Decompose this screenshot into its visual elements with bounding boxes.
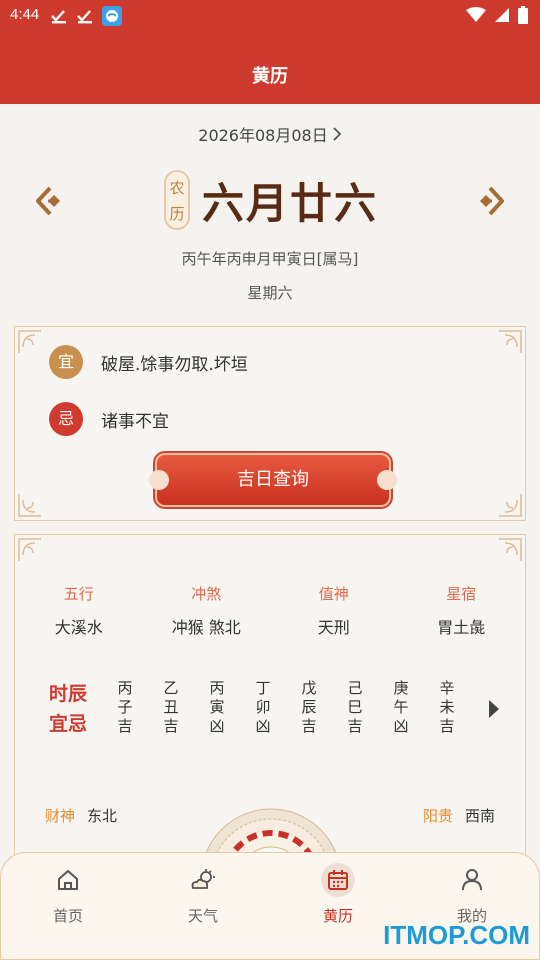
- solar-date-selector[interactable]: 2026年08月08日: [0, 122, 540, 146]
- yiji-card: 宜 破屋.馀事勿取.坏垣 忌 诸事不宜 吉日查询: [14, 326, 526, 521]
- status-system-icons: [466, 6, 528, 24]
- lunar-badge: 农 历: [164, 170, 190, 230]
- button-ornament-icon: [377, 470, 397, 490]
- home-icon: [58, 870, 78, 890]
- yi-row: 宜 破屋.馀事勿取.坏垣: [49, 345, 248, 379]
- status-time: 4:44: [10, 6, 40, 23]
- details-card: 五行 大溪水 冲煞 冲猴 煞北 值神 天刑 星宿 胃土彘 时辰 宜忌 丙子吉 乙…: [14, 534, 526, 869]
- yanggui-label: 阳贵: [422, 807, 453, 825]
- battery-icon: [518, 6, 528, 24]
- download-done-icon: [51, 10, 66, 24]
- corner-ornament-icon: [499, 538, 522, 561]
- wifi-icon: [466, 7, 486, 22]
- tab-label: 黄历: [322, 907, 353, 925]
- download-done-icon: [77, 10, 92, 24]
- ganzhi-text: 丙午年丙申月甲寅日[属马]: [181, 250, 359, 268]
- chevron-right-icon: [333, 127, 341, 141]
- weekday-text: 星期六: [247, 284, 293, 302]
- tab-profile[interactable]: 我的: [432, 863, 512, 926]
- info-value: 天刑: [317, 618, 350, 637]
- shichen-item: 丁卯凶: [255, 679, 271, 735]
- app-header: 黄历: [0, 30, 540, 104]
- watermark: ITMOP.COM: [383, 920, 530, 950]
- status-bar: 4:44: [0, 0, 540, 30]
- caishen-row: 财神 东北: [45, 805, 117, 826]
- ji-row: 忌 诸事不宜: [49, 402, 169, 436]
- info-chongsha: 冲煞 冲猴 煞北: [143, 583, 271, 638]
- yanggui-value: 西南: [464, 807, 495, 825]
- tab-label: 首页: [52, 907, 83, 925]
- tab-almanac[interactable]: 黄历: [298, 863, 378, 926]
- corner-ornament-icon: [499, 330, 522, 353]
- ji-text: 诸事不宜: [101, 411, 169, 432]
- ji-icon: 忌: [49, 402, 83, 436]
- shichen-section: 时辰 宜忌 丙子吉 乙丑吉 丙寅凶 丁卯凶 戊辰吉 己巳吉 庚午凶 辛未吉: [15, 677, 525, 747]
- lunar-date: 六月廿六: [202, 179, 379, 228]
- yi-icon: 宜: [49, 345, 83, 379]
- button-ornament-icon: [149, 470, 169, 490]
- shichen-item: 庚午凶: [393, 679, 409, 735]
- chevron-right-icon[interactable]: [485, 697, 503, 721]
- weather-icon: [191, 869, 215, 889]
- app-notification-icon: [102, 6, 122, 26]
- shichen-item: 戊辰吉: [301, 679, 317, 735]
- info-label: 星宿: [446, 585, 477, 603]
- shichen-item: 丙子吉: [117, 679, 133, 735]
- lunar-date-row: 农 历 六月廿六: [0, 168, 540, 234]
- yanggui-row: 阳贵 西南: [423, 805, 495, 826]
- tab-label: 天气: [187, 907, 218, 925]
- next-day-arrow-icon[interactable]: [476, 184, 506, 218]
- caishen-label: 财神: [45, 807, 76, 825]
- page-title: 黄历: [252, 66, 288, 87]
- caishen-value: 东北: [87, 807, 118, 825]
- tab-weather[interactable]: 天气: [163, 863, 243, 926]
- corner-ornament-icon: [499, 494, 522, 517]
- query-button-label: 吉日查询: [237, 469, 309, 490]
- info-wuxing: 五行 大溪水: [15, 583, 143, 638]
- auspicious-day-query-button[interactable]: 吉日查询: [149, 455, 397, 505]
- tab-home[interactable]: 首页: [28, 863, 108, 926]
- info-label: 五行: [63, 585, 94, 603]
- shichen-item: 乙丑吉: [163, 679, 179, 735]
- shichen-title: 时辰 宜忌: [49, 683, 88, 735]
- info-value: 大溪水: [54, 618, 103, 637]
- signal-icon: [495, 8, 509, 22]
- user-icon: [462, 869, 482, 891]
- yi-text: 破屋.馀事勿取.坏垣: [101, 354, 248, 375]
- shichen-item: 丙寅凶: [209, 679, 225, 735]
- status-notifications: [50, 6, 122, 26]
- info-grid: 五行 大溪水 冲煞 冲猴 煞北 值神 天刑 星宿 胃土彘: [15, 583, 525, 638]
- info-label: 值神: [318, 585, 349, 603]
- info-xingxiu: 星宿 胃土彘: [398, 583, 526, 638]
- info-value: 冲猴 煞北: [171, 618, 241, 637]
- info-label: 冲煞: [191, 585, 222, 603]
- info-zhishen: 值神 天刑: [270, 583, 398, 638]
- solar-date: 2026年08月08日: [198, 126, 328, 145]
- prev-day-arrow-icon[interactable]: [34, 184, 64, 218]
- shichen-item: 辛未吉: [439, 679, 455, 735]
- calendar-icon: [328, 870, 348, 890]
- shichen-item: 己巳吉: [347, 679, 363, 735]
- corner-ornament-icon: [18, 538, 41, 561]
- corner-ornament-icon: [18, 494, 41, 517]
- corner-ornament-icon: [18, 330, 41, 353]
- info-value: 胃土彘: [437, 618, 486, 637]
